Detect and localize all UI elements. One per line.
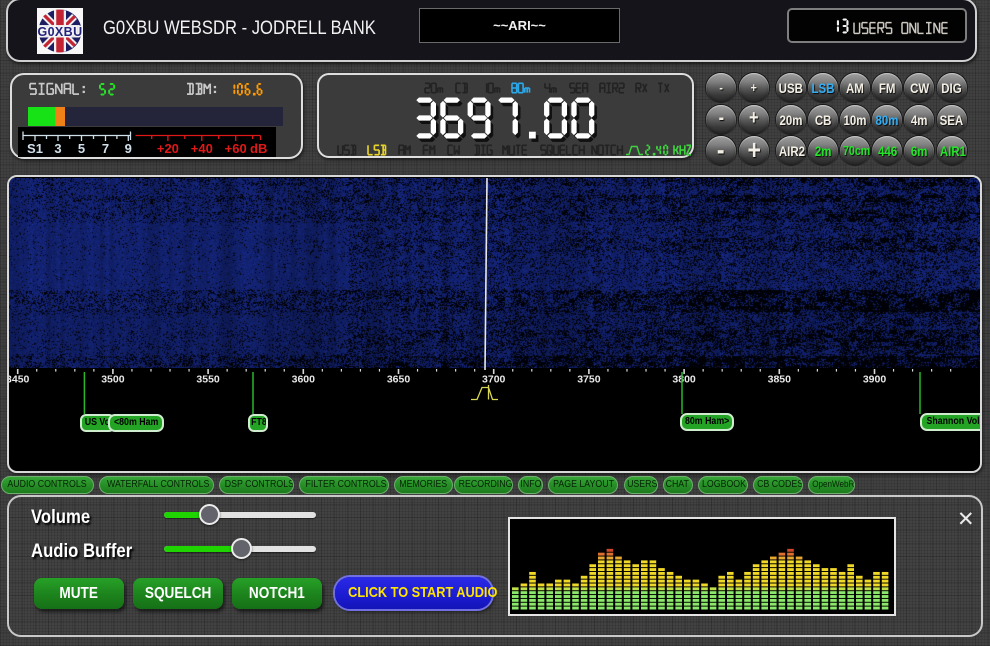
svg-text:3650: 3650 <box>387 374 411 386</box>
svg-text:3900: 3900 <box>863 374 887 386</box>
svg-text:3700: 3700 <box>482 374 506 386</box>
svg-text:3450: 3450 <box>7 374 30 386</box>
svg-text:5: 5 <box>78 141 85 156</box>
svg-text:3550: 3550 <box>196 374 220 386</box>
svg-text:3500: 3500 <box>101 374 125 386</box>
svg-text:+40: +40 <box>191 141 213 156</box>
svg-text:+60: +60 <box>225 141 247 156</box>
svg-text:3850: 3850 <box>768 374 792 386</box>
svg-text:S1: S1 <box>27 141 43 156</box>
svg-text:+20: +20 <box>157 141 179 156</box>
svg-text:dB: dB <box>250 141 267 156</box>
svg-text:G0XBU: G0XBU <box>37 25 82 39</box>
svg-text:3750: 3750 <box>577 374 601 386</box>
svg-text:3: 3 <box>54 141 61 156</box>
svg-text:3800: 3800 <box>672 374 696 386</box>
svg-text:7: 7 <box>102 141 109 156</box>
svg-text:3600: 3600 <box>292 374 316 386</box>
svg-text:9: 9 <box>125 141 132 156</box>
